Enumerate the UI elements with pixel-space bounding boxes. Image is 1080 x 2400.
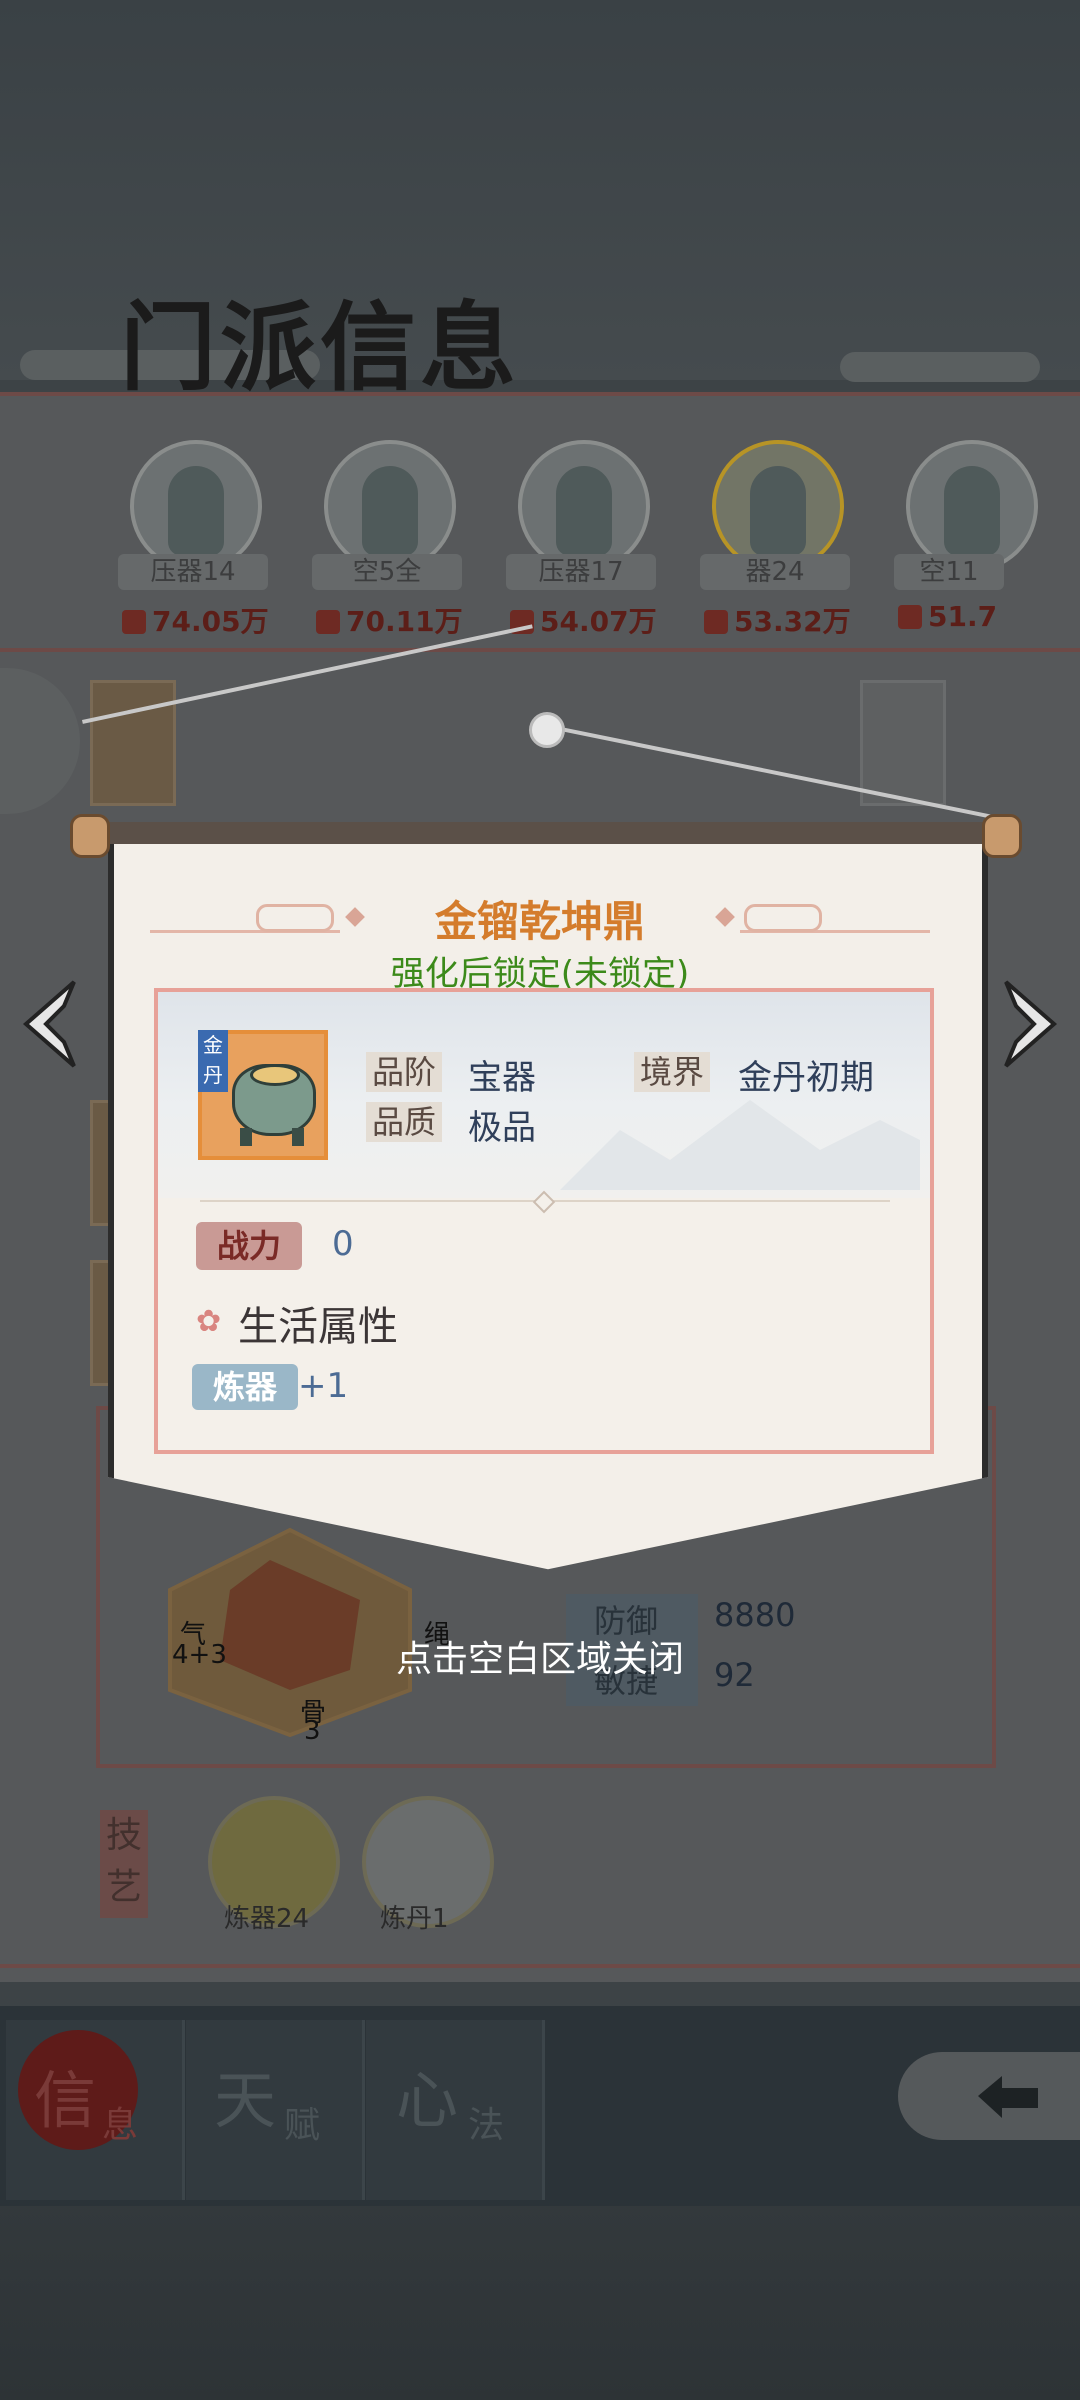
member-tag: 空11 bbox=[894, 554, 1004, 590]
coin-icon bbox=[898, 605, 922, 629]
title-swirl-right-icon bbox=[744, 904, 822, 932]
realm-value: 金丹初期 bbox=[738, 1058, 874, 1098]
member-tag: 压器14 bbox=[118, 554, 268, 590]
member-tag: 空5全 bbox=[312, 554, 462, 590]
chevron-left-icon[interactable] bbox=[16, 976, 80, 1072]
coin-icon bbox=[122, 610, 146, 634]
bottom-scenery bbox=[0, 2206, 1080, 2400]
title-cloud-right bbox=[840, 352, 1040, 382]
coin-icon bbox=[704, 610, 728, 634]
craft-value: +1 bbox=[298, 1366, 349, 1406]
scroll-rod-cap-left bbox=[70, 814, 110, 858]
radar-value-bone: 3 bbox=[304, 1716, 321, 1746]
cauldron-leg bbox=[292, 1128, 304, 1146]
wealth-value: 70.11万 bbox=[346, 605, 463, 638]
power-value: 0 bbox=[332, 1224, 354, 1264]
member-wealth: 53.32万 bbox=[704, 600, 851, 640]
tab-info-main: 信 bbox=[34, 2064, 97, 2137]
member-wealth: 74.05万 bbox=[122, 600, 269, 640]
rank-label: 品阶 bbox=[366, 1052, 443, 1092]
tab-method-main: 心 bbox=[396, 2064, 459, 2137]
rank-value: 宝器 bbox=[468, 1058, 536, 1098]
quality-label: 品质 bbox=[366, 1102, 443, 1142]
flower-icon: ✿ bbox=[196, 1304, 222, 1339]
member-wealth: 51.7 bbox=[898, 600, 997, 633]
coin-icon bbox=[316, 610, 340, 634]
member-tag: 压器17 bbox=[506, 554, 656, 590]
wealth-value: 51.7 bbox=[928, 600, 998, 633]
hanging-pin-icon bbox=[529, 712, 565, 748]
scroll-rod-cap-right bbox=[982, 814, 1022, 858]
panel-divider bbox=[0, 648, 1080, 652]
skills-section-label: 技艺 bbox=[100, 1810, 148, 1918]
cauldron-leg bbox=[240, 1128, 252, 1146]
back-arrow-icon bbox=[978, 2076, 1038, 2118]
tab-method-sub: 法 bbox=[468, 2105, 505, 2146]
skill-label: 炼丹1 bbox=[380, 1904, 449, 1934]
wealth-value: 53.32万 bbox=[734, 605, 851, 638]
wealth-value: 54.07万 bbox=[540, 605, 657, 638]
scroll-rod bbox=[86, 822, 994, 844]
member-avatar[interactable] bbox=[324, 440, 456, 572]
realm-label: 境界 bbox=[634, 1052, 711, 1092]
member-avatar[interactable] bbox=[130, 440, 262, 572]
member-wealth: 54.07万 bbox=[510, 600, 657, 640]
member-wealth: 70.11万 bbox=[316, 600, 463, 640]
chevron-right-icon[interactable] bbox=[1000, 976, 1064, 1072]
tab-talent-sub: 赋 bbox=[284, 2105, 321, 2146]
craft-label: 炼器 bbox=[192, 1364, 298, 1410]
item-name: 金镏乾坤鼎 bbox=[434, 897, 645, 946]
power-label: 战力 bbox=[196, 1222, 302, 1270]
panel-bottom-border bbox=[0, 1964, 1080, 1968]
wealth-value: 74.05万 bbox=[152, 605, 269, 638]
panel-top-border bbox=[0, 392, 1080, 396]
member-tag: 器24 bbox=[700, 554, 850, 590]
defense-value: 8880 bbox=[714, 1596, 796, 1634]
title-swirl-left-icon bbox=[256, 904, 334, 932]
member-avatar[interactable] bbox=[712, 440, 844, 572]
cauldron-mouth bbox=[250, 1064, 300, 1086]
member-avatar[interactable] bbox=[906, 440, 1038, 572]
life-attributes-title: 生活属性 bbox=[238, 1304, 398, 1350]
tab-info-sub: 息 bbox=[102, 2105, 139, 2146]
equip-slot[interactable] bbox=[860, 680, 946, 806]
quality-value: 极品 bbox=[468, 1108, 536, 1148]
equip-slot[interactable] bbox=[90, 680, 176, 806]
tab-talent-main: 天 bbox=[214, 2064, 277, 2137]
grade-tag: 金丹 bbox=[198, 1030, 228, 1092]
close-hint[interactable]: 点击空白区域关闭 bbox=[0, 1630, 1080, 1682]
page-title: 门派信息 bbox=[120, 291, 520, 404]
skill-label: 炼器24 bbox=[224, 1904, 310, 1934]
member-avatar[interactable] bbox=[518, 440, 650, 572]
